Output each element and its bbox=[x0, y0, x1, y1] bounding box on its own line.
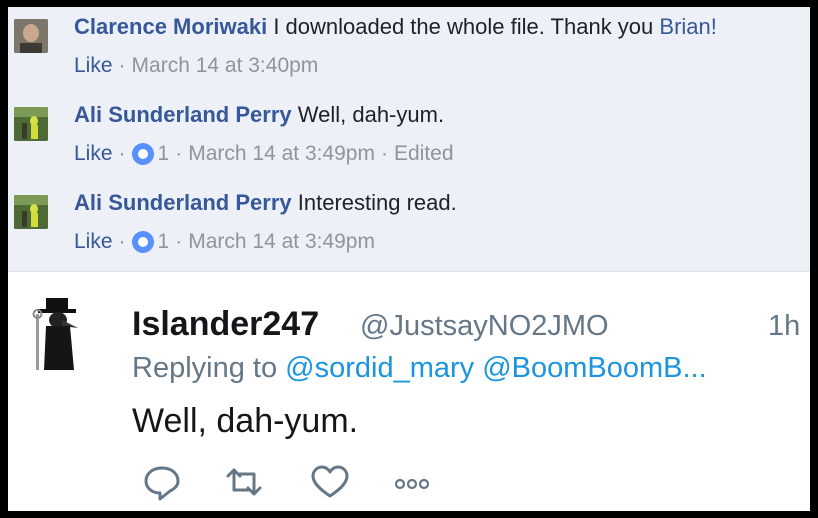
comment-text-line: Ali Sunderland Perry Well, dah-yum. bbox=[74, 102, 444, 128]
mention-link[interactable]: Brian! bbox=[659, 14, 716, 39]
comment-text: I downloaded the whole file. Thank you bbox=[273, 14, 654, 39]
replying-to-label: Replying to bbox=[132, 352, 278, 384]
separator: · bbox=[118, 142, 126, 165]
more-icon[interactable] bbox=[390, 462, 434, 502]
commenter-name[interactable]: Ali Sunderland Perry bbox=[74, 102, 292, 127]
commenter-name[interactable]: Clarence Moriwaki bbox=[74, 14, 267, 39]
comment-meta: Like · March 14 at 3:40pm bbox=[74, 54, 318, 78]
display-name[interactable]: Islander247 bbox=[132, 305, 319, 344]
comment-text: Well, dah-yum. bbox=[297, 102, 445, 127]
edited-label[interactable]: Edited bbox=[394, 142, 454, 166]
tweet[interactable]: Islander247 @JustsayNO2JMO 1h Replying t… bbox=[8, 272, 810, 511]
replying-mentions[interactable]: @sordid_mary @BoomBoomB... bbox=[285, 352, 707, 384]
user-photo-icon[interactable] bbox=[14, 19, 48, 53]
facebook-comments-section: Clarence Moriwaki I downloaded the whole… bbox=[8, 7, 810, 272]
tweet-actions bbox=[132, 462, 452, 502]
comment-timestamp[interactable]: March 14 at 3:49pm bbox=[188, 230, 375, 254]
comment: Clarence Moriwaki I downloaded the whole… bbox=[8, 7, 810, 95]
comment-timestamp[interactable]: March 14 at 3:40pm bbox=[132, 54, 319, 78]
like-reaction-icon[interactable] bbox=[131, 231, 154, 253]
separator: · bbox=[380, 142, 388, 165]
user-photo-icon[interactable] bbox=[14, 107, 48, 141]
separator: · bbox=[175, 142, 183, 165]
separator: · bbox=[118, 54, 126, 77]
commenter-name[interactable]: Ali Sunderland Perry bbox=[74, 190, 292, 215]
user-handle[interactable]: @JustsayNO2JMO bbox=[360, 310, 609, 343]
retweet-icon[interactable] bbox=[222, 462, 266, 502]
comment-meta: Like · 1 · March 14 at 3:49pm · Edited bbox=[74, 142, 454, 166]
comment-text-line: Clarence Moriwaki I downloaded the whole… bbox=[74, 14, 717, 40]
like-link[interactable]: Like bbox=[74, 230, 113, 254]
replying-to-line: Replying to @sordid_mary @BoomBoomB... bbox=[132, 352, 802, 385]
comment-timestamp[interactable]: March 14 at 3:49pm bbox=[188, 142, 375, 166]
comment: Ali Sunderland Perry Interesting read. L… bbox=[8, 183, 810, 271]
like-link[interactable]: Like bbox=[74, 54, 113, 78]
avatar[interactable] bbox=[22, 294, 94, 372]
comment: Ali Sunderland Perry Well, dah-yum. Like… bbox=[8, 95, 810, 183]
reaction-count[interactable]: 1 bbox=[158, 230, 170, 254]
reaction-count[interactable]: 1 bbox=[158, 142, 170, 166]
screenshot-frame: Clarence Moriwaki I downloaded the whole… bbox=[8, 7, 810, 511]
separator: · bbox=[118, 230, 126, 253]
comment-meta: Like · 1 · March 14 at 3:49pm bbox=[74, 230, 375, 254]
like-reaction-icon[interactable] bbox=[131, 143, 154, 165]
reply-icon[interactable] bbox=[140, 462, 184, 502]
separator: · bbox=[175, 230, 183, 253]
heart-icon[interactable] bbox=[308, 462, 352, 502]
like-link[interactable]: Like bbox=[74, 142, 113, 166]
comment-text-line: Ali Sunderland Perry Interesting read. bbox=[74, 190, 457, 216]
user-photo-icon[interactable] bbox=[14, 195, 48, 229]
tweet-timestamp[interactable]: 1h bbox=[768, 310, 800, 343]
tweet-text: Well, dah-yum. bbox=[132, 402, 359, 440]
comment-text: Interesting read. bbox=[297, 190, 457, 215]
